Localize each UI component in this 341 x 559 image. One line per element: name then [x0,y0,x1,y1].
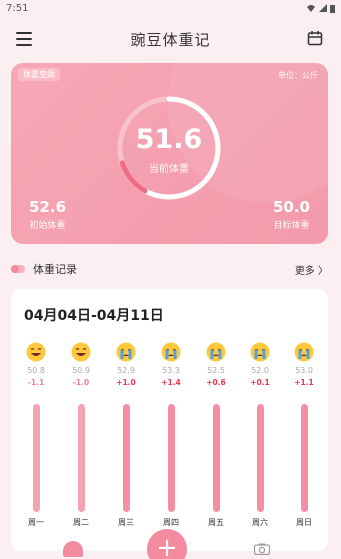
laughing-face-icon [71,342,91,362]
day-column[interactable]: 53.3 +1.4 周四 [156,342,186,527]
records-title: 体重记录 [11,261,77,277]
target-weight-label: 目标体重 [273,221,310,231]
day-bar [213,404,220,512]
menu-icon[interactable] [16,32,32,46]
battery-icon [330,4,335,13]
day-column[interactable]: 50.9 -1.0 周二 [66,342,96,527]
day-column[interactable]: 52.5 +0.6 周五 [201,342,231,527]
status-time: 7:51 [6,2,29,14]
day-name: 周四 [163,518,179,527]
week-range: 04月04日-04月11日 [24,308,164,324]
day-name: 周三 [118,518,134,527]
start-weight-label: 初始体重 [29,221,66,231]
day-delta: +1.0 [116,378,136,387]
camera-icon[interactable] [254,543,270,555]
progress-ring: 51.6 当前体重 [114,93,224,203]
day-delta: +1.4 [161,378,181,387]
day-bar [33,404,40,512]
day-column[interactable]: 52.9 +1.0 周三 [111,342,141,527]
records-toggle[interactable] [11,265,25,273]
day-name: 周六 [252,518,268,527]
start-weight: 52.6 初始体重 [29,198,66,231]
day-weight: 50.9 [72,366,90,375]
day-bar [168,404,175,512]
more-link[interactable]: 更多 〉 [295,262,328,277]
unit-label: 单位：公斤 [278,71,318,80]
status-bar: 7:51 [0,0,341,16]
day-bar [78,404,85,512]
crying-face-icon [206,342,226,362]
current-weight-value: 51.6 [135,124,203,155]
crying-face-icon [250,342,270,362]
home-nav-icon[interactable] [63,541,83,557]
day-weight: 52.5 [207,366,225,375]
weight-summary-card: 体重变跟 单位：公斤 51.6 当前体重 52.6 初始体重 50.0 目标体重 [11,63,328,244]
day-column[interactable]: 53.0 +1.1 周日 [289,342,319,527]
records-title-text: 体重记录 [33,263,77,276]
crying-face-icon [116,342,136,362]
laughing-face-icon [26,342,46,362]
day-weight: 53.0 [295,366,313,375]
day-weight: 53.3 [162,366,180,375]
day-delta: +0.1 [250,378,270,387]
summary-tag: 体重变跟 [18,68,60,81]
signal-icon [319,4,327,12]
day-bar [257,404,264,512]
day-bar [301,404,308,512]
current-weight-label: 当前体重 [149,164,189,175]
day-weight: 50.8 [27,366,45,375]
day-delta: -1.1 [27,378,45,387]
day-delta: +0.6 [206,378,226,387]
day-name: 周五 [208,518,224,527]
bottom-nav: + [0,529,341,559]
day-name: 周二 [73,518,89,527]
day-weight: 52.0 [251,366,269,375]
day-weight: 52.9 [117,366,135,375]
crying-face-icon [161,342,181,362]
day-name: 周一 [28,518,44,527]
target-weight: 50.0 目标体重 [273,198,310,231]
page-title: 豌豆体重记 [130,30,211,49]
day-column[interactable]: 50.8 -1.1 周一 [21,342,51,527]
target-weight-value: 50.0 [272,198,310,216]
start-weight-value: 52.6 [29,198,67,216]
week-record-card: 04月04日-04月11日 50.8 -1.1 周一 50.9 -1.0 周二 52.9 +1… [11,289,328,551]
day-delta: -1.0 [72,378,90,387]
calendar-icon[interactable] [307,30,323,46]
day-delta: +1.1 [294,378,314,387]
wifi-icon [307,5,315,12]
status-icons [306,4,335,13]
day-name: 周日 [296,518,312,527]
day-bar [123,404,130,512]
records-header: 体重记录 更多 〉 [11,259,328,279]
day-column[interactable]: 52.0 +0.1 周六 [245,342,275,527]
app-header: 豌豆体重记 [0,22,341,56]
crying-face-icon [294,342,314,362]
